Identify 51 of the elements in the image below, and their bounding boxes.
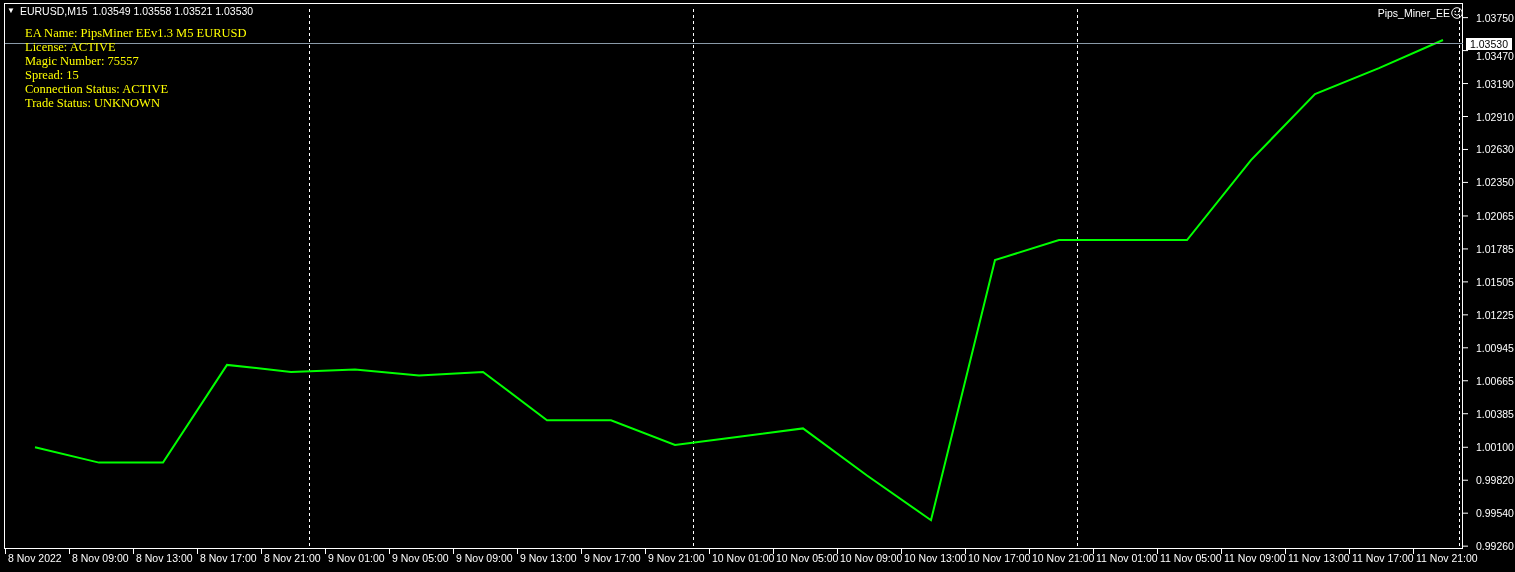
- time-label: 8 Nov 2022: [8, 552, 62, 564]
- price-label: 1.03190: [1476, 77, 1514, 90]
- price-label: 1.03750: [1476, 11, 1514, 24]
- price-label: 1.01225: [1476, 308, 1514, 321]
- symbol-label: EURUSD,M15: [19, 5, 88, 17]
- time-label: 11 Nov 21:00: [1416, 552, 1478, 564]
- price-label: 1.02910: [1476, 110, 1514, 123]
- time-label: 8 Nov 13:00: [136, 552, 193, 564]
- time-label: 11 Nov 13:00: [1288, 552, 1350, 564]
- time-label: 11 Nov 01:00: [1096, 552, 1158, 564]
- time-label: 8 Nov 17:00: [200, 552, 257, 564]
- price-label: 1.00665: [1476, 374, 1514, 387]
- price-label: 0.99540: [1476, 507, 1514, 520]
- ea-info-line: Spread: 15: [25, 68, 80, 82]
- time-label: 10 Nov 09:00: [840, 552, 903, 564]
- price-label: 0.99820: [1476, 474, 1514, 487]
- time-label: 10 Nov 17:00: [968, 552, 1031, 564]
- quote-values: 1.03549 1.03558 1.03521 1.03530: [92, 5, 254, 17]
- ea-info-line: EA Name: PipsMiner EEv1.3 M5 EURUSD: [25, 26, 247, 40]
- price-label: 1.02065: [1476, 209, 1514, 222]
- ea-info-line: License: ACTIVE: [25, 40, 117, 54]
- time-label: 10 Nov 21:00: [1032, 552, 1095, 564]
- menu-arrow[interactable]: ▼: [7, 5, 15, 17]
- time-label: 11 Nov 09:00: [1224, 552, 1286, 564]
- price-label: 1.01505: [1476, 275, 1514, 288]
- time-label: 10 Nov 01:00: [712, 552, 775, 564]
- time-label: 9 Nov 09:00: [456, 552, 513, 564]
- time-label: 10 Nov 05:00: [776, 552, 839, 564]
- time-label: 9 Nov 01:00: [328, 552, 385, 564]
- ea-info-line: Connection Status: ACTIVE: [25, 82, 170, 96]
- price-label: 1.02350: [1476, 176, 1514, 189]
- time-label: 9 Nov 13:00: [520, 552, 577, 564]
- time-label: 9 Nov 05:00: [392, 552, 449, 564]
- price-label: 1.00100: [1476, 441, 1514, 454]
- price-label: 1.01785: [1476, 242, 1514, 255]
- price-label: 0.99260: [1476, 540, 1514, 553]
- time-label: 10 Nov 13:00: [904, 552, 967, 564]
- time-label: 9 Nov 21:00: [648, 552, 705, 564]
- time-label: 8 Nov 09:00: [72, 552, 129, 564]
- time-label: 11 Nov 17:00: [1352, 552, 1414, 564]
- time-label: 11 Nov 05:00: [1160, 552, 1222, 564]
- price-label: 1.02630: [1476, 143, 1514, 156]
- price-label: 1.00945: [1476, 341, 1514, 354]
- price-label: 1.00385: [1476, 407, 1514, 420]
- ea-info-line: Trade Status: UNKNOWN: [25, 96, 161, 110]
- time-label: 9 Nov 17:00: [584, 552, 641, 564]
- ea-info-line: Magic Number: 75557: [25, 54, 140, 68]
- ea-name-label: Pips_Miner_EE: [1377, 7, 1450, 19]
- price-label: 1.03470: [1476, 49, 1514, 62]
- time-label: 8 Nov 21:00: [264, 552, 321, 564]
- current-price-tag: 1.03530: [1466, 37, 1512, 50]
